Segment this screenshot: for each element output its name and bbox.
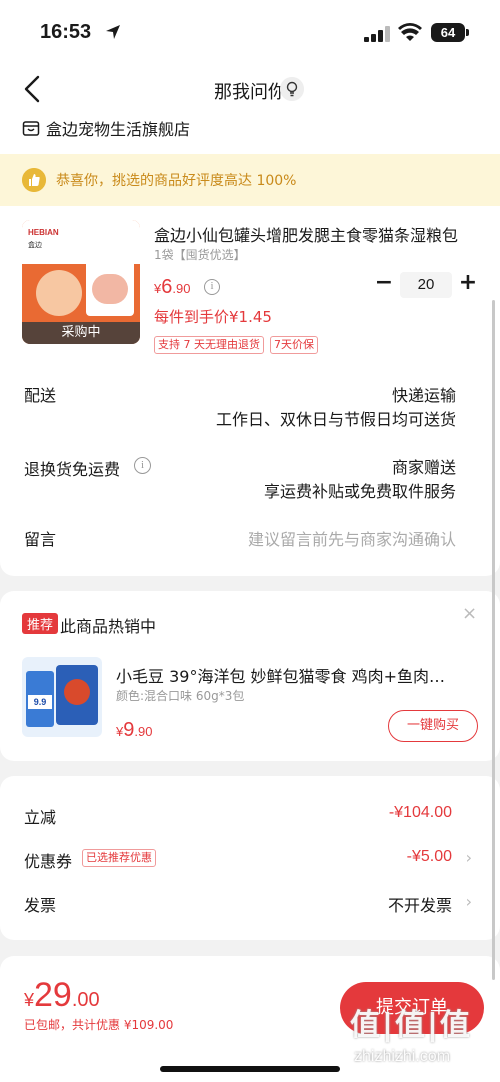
coupon-label: 优惠券 [24, 852, 73, 871]
status-time: 16:53 [40, 21, 92, 43]
recommend-spec: 颜色:混合口味 60g*3包 [116, 689, 245, 703]
recommend-pack-logo [64, 679, 90, 705]
note-label: 留言 [24, 530, 57, 549]
quantity-input[interactable]: 20 [400, 272, 452, 298]
delivery-value: 快递运输 [391, 386, 456, 405]
page-title-wrap: 那我问你 [0, 78, 500, 104]
total-symbol: ¥ [24, 990, 35, 1010]
signal-icon [364, 26, 390, 42]
cat-face-graphic [36, 270, 82, 316]
home-indicator[interactable] [160, 1066, 340, 1072]
location-arrow-icon [106, 25, 120, 39]
purchasing-tag: 采购中 [22, 322, 140, 344]
summary-card: 立减 -¥104.00 优惠券 已选推荐优惠 -¥5.00 › 发票 不开发票 … [0, 776, 500, 940]
product-title: 盒边小仙包罐头增肥发腮主食零猫条湿粮包 [154, 226, 459, 245]
note-input[interactable]: 建议留言前先与商家沟通确认 [248, 526, 456, 550]
product-spec[interactable]: 1袋【囤货优选】 [154, 246, 246, 263]
price-info-icon[interactable]: i [204, 279, 220, 295]
return-policy-tag: 支持 7 天无理由退货 [154, 336, 264, 354]
return-sub: 享运费补贴或免费取件服务 [263, 482, 456, 501]
thumbs-up-icon [22, 168, 46, 192]
recommend-card: 推荐 此商品热销中 × 9.9 小毛豆 39°海洋包 妙鲜包猫零食 鸡肉+鱼肉…… [0, 591, 500, 761]
total-price: ¥29.00 [24, 976, 100, 1015]
product-price: ¥6.90 [154, 276, 190, 299]
price-protect-tag: 7天价保 [270, 336, 318, 354]
watermark: 值|值|值 zhizhizhi.com [350, 1000, 500, 1082]
close-icon[interactable]: × [462, 603, 477, 624]
status-bar: 16:53 64 [0, 0, 500, 64]
return-value: 商家赠送 [391, 458, 456, 477]
recommend-badge: 推荐 [22, 613, 59, 634]
return-info-icon[interactable]: i [134, 457, 151, 474]
food-graphic [92, 274, 128, 304]
page-title: 那我问你 [214, 82, 286, 103]
rating-banner: 恭喜你，挑选的商品好评度高达 100% [0, 154, 500, 206]
coupon-tag: 已选推荐优惠 [82, 849, 156, 867]
product-card: HEBIAN 盒边 采购中 盒边小仙包罐头增肥发腮主食零猫条湿粮包 1袋【囤货优… [0, 206, 500, 576]
delivery-label: 配送 [24, 386, 57, 405]
product-image-brand-cn: 盒边 [28, 241, 42, 249]
discount-label: 立减 [24, 808, 57, 827]
price-integer: 6 [161, 276, 173, 298]
invoice-label: 发票 [24, 896, 57, 915]
product-image[interactable]: HEBIAN 盒边 采购中 [22, 220, 140, 344]
store-row[interactable]: 盒边宠物生活旗舰店 [22, 116, 190, 140]
store-icon [22, 121, 40, 136]
recommend-price-decimal: .90 [134, 724, 153, 739]
recommend-price: ¥9.90 [116, 719, 152, 742]
battery-tip [466, 29, 469, 36]
watermark-url: zhizhizhi.com [354, 1048, 451, 1065]
battery-icon: 64 [431, 23, 465, 42]
quantity-decrease-button[interactable]: − [374, 272, 394, 296]
product-image-brand: HEBIAN [28, 228, 59, 237]
price-decimal: .90 [172, 281, 191, 296]
wifi-icon [398, 23, 422, 41]
discount-value: -¥104.00 [388, 804, 452, 821]
recommend-title: 此商品热销中 [60, 617, 157, 636]
recommend-price-integer: 9 [123, 719, 135, 741]
coupon-chevron-icon[interactable]: › [466, 848, 472, 867]
total-subtext: 已包邮，共计优惠 ¥109.00 [24, 1018, 174, 1032]
watermark-logo: 值|值|值 [350, 1008, 472, 1043]
recommend-name[interactable]: 小毛豆 39°海洋包 妙鲜包猫零食 鸡肉+鱼肉… [116, 663, 468, 687]
one-click-buy-button[interactable]: 一键购买 [388, 710, 478, 742]
nav-bar: 那我问你 盒边宠物生活旗舰店 [0, 64, 500, 154]
invoice-chevron-icon[interactable]: › [466, 892, 472, 911]
delivery-sub: 工作日、双休日与节假日均可送货 [215, 410, 456, 429]
coupon-value[interactable]: -¥5.00 [407, 848, 452, 866]
return-label: 退换货免运费 [24, 460, 121, 479]
store-name: 盒边宠物生活旗舰店 [46, 120, 191, 139]
unit-price: 每件到手价¥1.45 [154, 308, 272, 326]
total-decimal: .00 [71, 989, 100, 1011]
total-integer: 29 [34, 976, 72, 1014]
recommend-image[interactable]: 9.9 [22, 657, 102, 737]
invoice-value[interactable]: 不开发票 [388, 892, 452, 916]
quantity-increase-button[interactable]: + [458, 272, 478, 296]
banner-text: 恭喜你，挑选的商品好评度高达 100% [56, 173, 297, 189]
recommend-image-price: 9.9 [28, 695, 52, 709]
bulb-icon[interactable] [280, 77, 304, 101]
scrollbar[interactable] [492, 300, 495, 980]
